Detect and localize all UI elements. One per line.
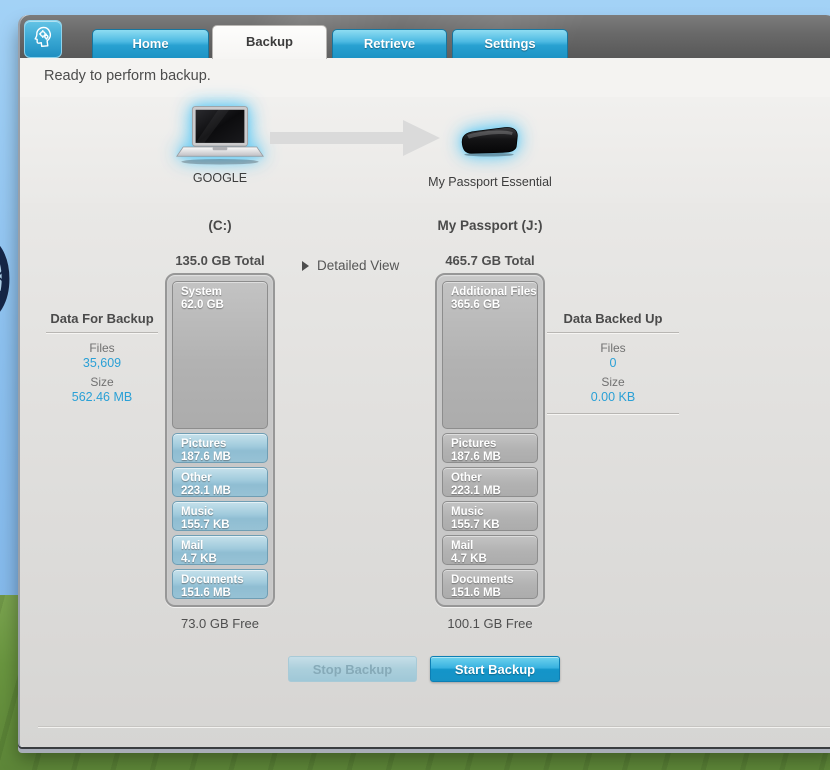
segment-music[interactable]: Music 155.7 KB bbox=[442, 501, 538, 531]
segment-documents[interactable]: Documents 151.6 MB bbox=[172, 569, 268, 599]
segment-documents[interactable]: Documents 151.6 MB bbox=[442, 569, 538, 599]
segment-label: Documents bbox=[181, 574, 267, 587]
segment-pictures[interactable]: Pictures 187.6 MB bbox=[442, 433, 538, 463]
segment-label: Pictures bbox=[451, 438, 537, 451]
target-drive-name: My Passport Essential bbox=[400, 175, 580, 189]
target-drive-title: My Passport (J:) bbox=[410, 218, 570, 233]
size-label: Size bbox=[533, 375, 693, 389]
files-value: 0 bbox=[533, 356, 693, 370]
segment-size: 62.0 GB bbox=[181, 299, 267, 312]
size-value: 562.46 MB bbox=[32, 390, 172, 404]
bottom-divider bbox=[38, 726, 830, 727]
segment-size: 4.7 KB bbox=[451, 553, 537, 565]
source-drive-title: (C:) bbox=[140, 218, 300, 233]
detailed-view-label: Detailed View bbox=[317, 258, 399, 273]
segment-size: 155.7 KB bbox=[181, 519, 267, 531]
target-usage-bar: Additional Files 365.6 GB Pictures 187.6… bbox=[435, 273, 545, 607]
data-for-backup-title: Data For Backup bbox=[32, 311, 172, 326]
segment-label: Additional Files bbox=[451, 286, 537, 299]
files-label: Files bbox=[32, 341, 172, 355]
panel-divider bbox=[547, 332, 679, 333]
size-value: 0.00 KB bbox=[533, 390, 693, 404]
devices-row: GOOGLE My Passport Essential bbox=[20, 97, 830, 204]
arrow-right-icon bbox=[270, 117, 442, 164]
segment-size: 151.6 MB bbox=[181, 587, 267, 599]
segment-other[interactable]: Other 223.1 MB bbox=[442, 467, 538, 497]
stop-backup-button[interactable]: Stop Backup bbox=[288, 656, 417, 682]
source-free-space: 73.0 GB Free bbox=[140, 616, 300, 631]
target-drive-total: 465.7 GB Total bbox=[410, 253, 570, 268]
segment-label: Documents bbox=[451, 574, 537, 587]
wd-smartware-window: Home Backup Retrieve Settings Ready to p… bbox=[18, 15, 830, 747]
segment-size: 187.6 MB bbox=[181, 451, 267, 463]
segment-label: Other bbox=[181, 472, 267, 485]
data-backed-up-title: Data Backed Up bbox=[533, 311, 693, 326]
segment-label: Other bbox=[451, 472, 537, 485]
segment-size: 365.6 GB bbox=[451, 299, 537, 312]
segment-size: 155.7 KB bbox=[451, 519, 537, 531]
size-label: Size bbox=[32, 375, 172, 389]
segment-label: System bbox=[181, 286, 267, 299]
segment-music[interactable]: Music 155.7 KB bbox=[172, 501, 268, 531]
detailed-view-toggle[interactable]: Detailed View bbox=[302, 258, 399, 273]
segment-mail[interactable]: Mail 4.7 KB bbox=[442, 535, 538, 565]
segment-mail[interactable]: Mail 4.7 KB bbox=[172, 535, 268, 565]
tab-retrieve[interactable]: Retrieve bbox=[332, 29, 447, 58]
source-usage-bar: System 62.0 GB Pictures 187.6 MB Other 2… bbox=[165, 273, 275, 607]
panel-divider bbox=[46, 332, 158, 333]
segment-size: 223.1 MB bbox=[451, 485, 537, 497]
data-backed-up-panel: Data Backed Up Files 0 Size 0.00 KB bbox=[533, 311, 693, 422]
target-free-space: 100.1 GB Free bbox=[410, 616, 570, 631]
laptop-icon bbox=[174, 105, 266, 172]
status-bar: Ready to perform backup. bbox=[20, 58, 830, 98]
smartware-head-gears-icon bbox=[30, 24, 56, 55]
segment-size: 4.7 KB bbox=[181, 553, 267, 565]
segment-label: Mail bbox=[181, 540, 267, 553]
segment-label: Music bbox=[451, 506, 537, 519]
files-value: 35,609 bbox=[32, 356, 172, 370]
tab-home[interactable]: Home bbox=[92, 29, 209, 58]
status-message: Ready to perform backup. bbox=[44, 68, 211, 84]
tab-backup[interactable]: Backup bbox=[212, 25, 327, 59]
data-for-backup-panel: Data For Backup Files 35,609 Size 562.46… bbox=[32, 311, 172, 408]
triangle-right-icon bbox=[302, 261, 309, 271]
source-computer-name: GOOGLE bbox=[140, 171, 300, 185]
panel-divider-bottom bbox=[547, 413, 679, 414]
source-drive-total: 135.0 GB Total bbox=[140, 253, 300, 268]
segment-pictures[interactable]: Pictures 187.6 MB bbox=[172, 433, 268, 463]
segment-label: Pictures bbox=[181, 438, 267, 451]
segment-system[interactable]: System 62.0 GB bbox=[172, 281, 268, 429]
segment-size: 223.1 MB bbox=[181, 485, 267, 497]
backup-main-panel: (C:) My Passport (J:) 135.0 GB Total 465… bbox=[20, 203, 830, 747]
smartware-logo-button[interactable] bbox=[24, 20, 62, 58]
segment-size: 151.6 MB bbox=[451, 587, 537, 599]
segment-size: 187.6 MB bbox=[451, 451, 537, 463]
segment-label: Mail bbox=[451, 540, 537, 553]
segment-other[interactable]: Other 223.1 MB bbox=[172, 467, 268, 497]
start-backup-button[interactable]: Start Backup bbox=[430, 656, 560, 682]
portable-drive-icon bbox=[457, 123, 521, 162]
segment-additional-files[interactable]: Additional Files 365.6 GB bbox=[442, 281, 538, 429]
segment-label: Music bbox=[181, 506, 267, 519]
tab-settings[interactable]: Settings bbox=[452, 29, 568, 58]
files-label: Files bbox=[533, 341, 693, 355]
